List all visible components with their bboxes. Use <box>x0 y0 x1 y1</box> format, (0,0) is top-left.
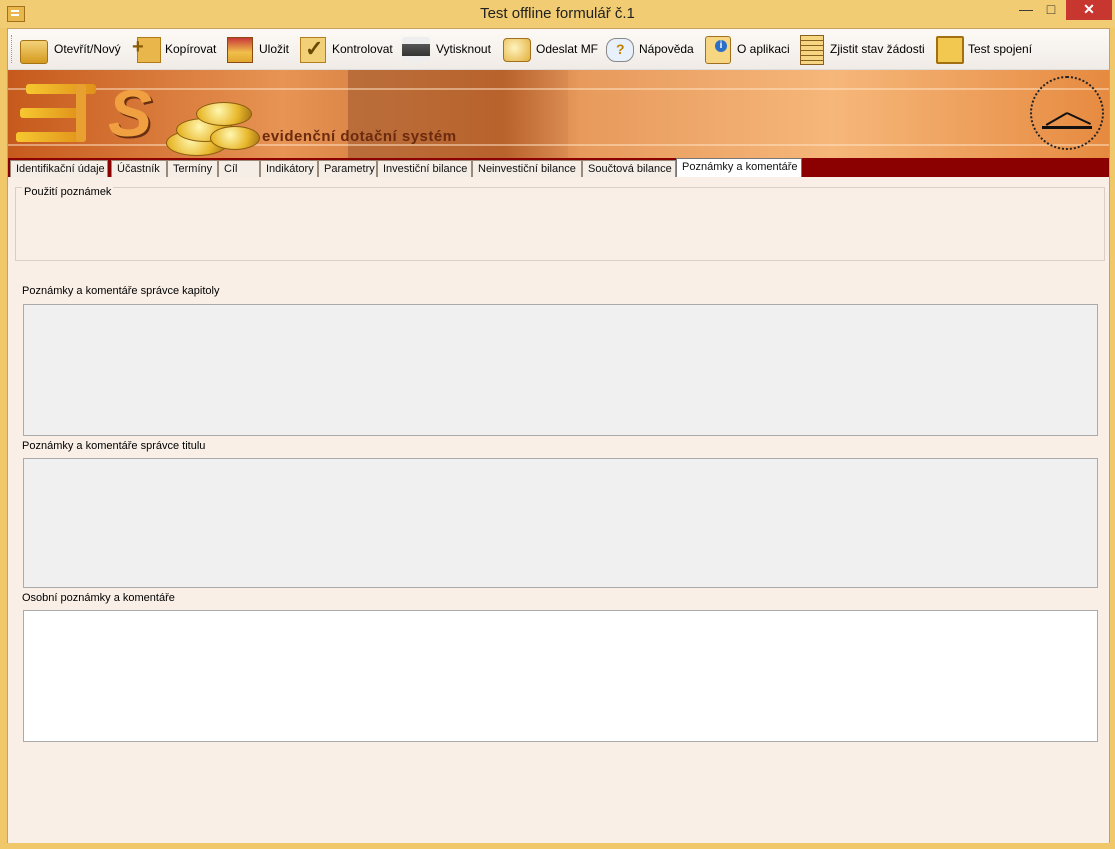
window-title: Test offline formulář č.1 <box>480 5 635 22</box>
banner-tagline: evidenční dotační systém <box>262 128 457 145</box>
print-button[interactable]: Vytisknout <box>402 33 491 65</box>
folder-open-icon <box>20 34 50 64</box>
title-notes-label: Poznámky a komentáře správce titulu <box>22 440 206 452</box>
help-icon <box>605 34 635 64</box>
save-button[interactable]: Uložit <box>225 33 289 65</box>
notes-usage-group: Použití poznámek <box>15 186 1105 261</box>
title-bar: Test offline formulář č.1 — □ ✕ <box>0 0 1115 28</box>
test-connection-label: Test spojení <box>968 42 1033 56</box>
toolbar: Otevřít/Nový Kopírovat Uložit Kontrolova… <box>8 29 1109 70</box>
help-label: Nápověda <box>639 42 694 56</box>
window-bottom-border <box>0 843 1115 849</box>
open-new-button[interactable]: Otevřít/Nový <box>20 33 121 65</box>
notes-panel: Použití poznámek Poznámky a komentáře sp… <box>8 177 1109 844</box>
about-label: O aplikaci <box>737 42 790 56</box>
request-status-label: Zjistit stav žádosti <box>830 42 925 56</box>
copy-button[interactable]: Kopírovat <box>131 33 216 65</box>
check-icon <box>298 34 328 64</box>
about-button[interactable]: O aplikaci <box>703 33 790 65</box>
main-window: Otevřít/Nový Kopírovat Uložit Kontrolova… <box>7 28 1110 845</box>
coins-image <box>166 96 262 158</box>
check-button[interactable]: Kontrolovat <box>298 33 393 65</box>
info-icon <box>703 34 733 64</box>
tab-deadlines[interactable]: Termíny <box>167 160 218 177</box>
save-label: Uložit <box>259 42 290 56</box>
connection-test-icon <box>934 34 964 64</box>
tab-identification[interactable]: Identifikační údaje <box>10 160 108 177</box>
tab-parameters[interactable]: Parametry <box>318 160 377 177</box>
save-disk-icon <box>225 34 255 64</box>
close-button[interactable]: ✕ <box>1066 0 1112 20</box>
send-mf-label: Odeslat MF <box>536 42 599 56</box>
tab-participant[interactable]: Účastník <box>111 160 167 177</box>
notes-usage-title: Použití poznámek <box>22 186 114 198</box>
tab-noninvestment-balance[interactable]: Neinvestiční bilance <box>472 160 582 177</box>
maximize-button[interactable]: □ <box>1037 0 1065 20</box>
toolbar-grip[interactable] <box>11 35 15 63</box>
copy-label: Kopírovat <box>165 42 217 56</box>
help-button[interactable]: Nápověda <box>605 33 694 65</box>
test-connection-button[interactable]: Test spojení <box>934 33 1032 65</box>
tab-goal[interactable]: Cíl <box>218 160 260 177</box>
tab-indicators[interactable]: Indikátory <box>260 160 318 177</box>
personal-notes-label: Osobní poznámky a komentáře <box>22 592 175 604</box>
printer-icon <box>402 34 432 64</box>
tab-notes-comments[interactable]: Poznámky a komentáře <box>676 158 802 177</box>
tab-total-balance[interactable]: Součtová bilance <box>582 160 676 177</box>
tab-investment-balance[interactable]: Investiční bilance <box>377 160 472 177</box>
tab-strip: Identifikační údaje Účastník Termíny Cíl… <box>8 158 1109 177</box>
personal-notes-textarea[interactable] <box>23 610 1098 742</box>
request-status-button[interactable]: Zjistit stav žádosti <box>796 33 925 65</box>
chapter-notes-label: Poznámky a komentáře správce kapitoly <box>22 285 220 297</box>
open-new-label: Otevřít/Nový <box>54 42 121 56</box>
minimize-button[interactable]: — <box>1012 0 1040 20</box>
eds-logo: S <box>16 78 166 148</box>
print-label: Vytisknout <box>436 42 491 56</box>
check-label: Kontrolovat <box>332 42 393 56</box>
chapter-notes-textarea[interactable] <box>23 304 1098 436</box>
eds-banner: S evidenční dotační systém <box>8 70 1109 158</box>
send-mf-button[interactable]: Odeslat MF <box>502 33 598 65</box>
status-document-icon <box>796 34 826 65</box>
send-mail-icon <box>502 34 532 64</box>
copy-add-icon <box>131 34 161 64</box>
clock-icon <box>1030 76 1104 150</box>
title-notes-textarea[interactable] <box>23 458 1098 588</box>
